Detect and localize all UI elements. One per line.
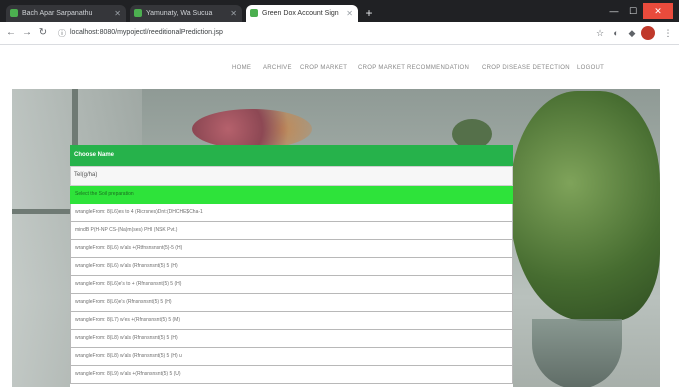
flowers-image xyxy=(192,109,312,149)
option-label: wrangleFrom: 8(L9) w'als +(Rfnsnsnsnt(5)… xyxy=(75,371,181,377)
panel-header: Choose Name xyxy=(70,145,513,166)
nav-link-home[interactable]: HOME xyxy=(232,65,251,71)
nav-link-crop-disease[interactable]: CROP DISEASE DETECTION xyxy=(482,65,570,71)
favicon-icon xyxy=(250,9,258,17)
favicon-icon xyxy=(10,9,18,17)
dropdown-option[interactable]: wrangleFrom: 8(L6)es to 4 (Ricrsnes)Dnt:… xyxy=(70,204,513,222)
option-label: wrangleFrom: 8(L6)e's (Rfnsnsnsnt(5) 5 (… xyxy=(75,299,172,305)
close-tab-icon[interactable]: ✕ xyxy=(114,5,121,22)
dropdown-option[interactable]: mindB P(H-NP CS-(Na)m(ses) PHI (NSK Pvt.… xyxy=(70,222,513,240)
profile-avatar[interactable] xyxy=(641,26,655,40)
close-tab-icon[interactable]: ✕ xyxy=(230,5,237,22)
dropdown-option[interactable]: wrangleFrom: 8(L6) w'als (Rfnsnsnsnt(5) … xyxy=(70,258,513,276)
option-label: Select the Soil preparation xyxy=(75,191,134,197)
url-text: localhost:8080/mypojectl/reeditionalPred… xyxy=(70,29,223,36)
crop-selection-panel: Choose Name Tel(g/ha) Select the Soil pr… xyxy=(70,145,513,387)
option-label: wrangleFrom: 8(L7) w'es +(Rfnsnsnsnt(5) … xyxy=(75,317,181,323)
dropdown-option[interactable]: wrangleFrom: 8(L6)e's (Rfnsnsnsnt(5) 5 (… xyxy=(70,294,513,312)
tab-title: Bach Apar Sarpanathu xyxy=(22,10,93,17)
new-tab-button[interactable]: + xyxy=(362,6,376,20)
browser-tab-strip: Bach Apar Sarpanathu ✕ Yamunaty, Wa Sucu… xyxy=(0,0,679,22)
nav-link-crop-market[interactable]: CROP MARKET xyxy=(300,65,347,71)
close-window-icon[interactable]: ✕ xyxy=(643,3,673,19)
minimize-icon[interactable]: — xyxy=(605,3,623,19)
dropdown-option[interactable]: wrangleFrom: 8(L7) w'es +(Rfnsnsnsnt(5) … xyxy=(70,312,513,330)
dropdown-option[interactable]: wrangleFrom: 8(L6)e's to + (Rfnsnsnsnt(5… xyxy=(70,276,513,294)
dropdown-option-selected[interactable]: Select the Soil preparation xyxy=(70,186,513,204)
option-label: wrangleFrom: 8(L6) w'als (Rfnsnsnsnt(5) … xyxy=(75,263,178,269)
dropdown-option[interactable]: wrangleFrom: 8(L8) w'als (Rfnsnsnsnt(5) … xyxy=(70,348,513,366)
bookmark-star-icon[interactable]: ☆ xyxy=(594,26,606,40)
browser-tab[interactable]: Yamunaty, Wa Sucua ✕ xyxy=(130,5,242,22)
favicon-icon xyxy=(134,9,142,17)
dropdown-option[interactable]: wrangleFrom: 8(L9) w'als +(Rfnsnsnsnt(5)… xyxy=(70,366,513,384)
lettuce-image xyxy=(510,91,660,321)
menu-kebab-icon[interactable]: ⋮ xyxy=(662,26,674,40)
nav-link-crop-recommendation[interactable]: CROP MARKET RECOMMENDATION xyxy=(358,65,469,71)
option-label: wrangleFrom: 8(L6)e's to + (Rfnsnsnsnt(5… xyxy=(75,281,182,287)
nav-link-archive[interactable]: ARCHIVE xyxy=(263,65,292,71)
address-bar[interactable]: ⓘ localhost:8080/mypojectl/reeditionalPr… xyxy=(58,25,618,41)
option-label: wrangleFrom: 8(L8) w'als (Rfnsnsnsnt(5) … xyxy=(75,353,182,359)
panel-title: Choose Name xyxy=(74,152,115,158)
close-tab-icon[interactable]: ✕ xyxy=(346,5,353,22)
option-label: wrangleFrom: 8(L6)es to 4 (Ricrsnes)Dnt:… xyxy=(75,209,203,215)
extension-icon[interactable]: ◐ xyxy=(610,26,622,40)
dropdown-select[interactable]: Tel(g/ha) xyxy=(70,166,513,186)
tab-title: Green Dox Account Sign xyxy=(262,10,339,17)
select-value: Tel(g/ha) xyxy=(74,172,98,178)
reload-icon[interactable]: ↻ xyxy=(36,25,50,41)
info-icon[interactable]: ⓘ xyxy=(58,28,66,38)
option-label: mindB P(H-NP CS-(Na)m(ses) PHI (NSK Pvt.… xyxy=(75,227,178,233)
dropdown-option[interactable]: wrangleFrom: 8(L6) w'als +(Rtfnsnsnsnt(5… xyxy=(70,240,513,258)
option-label: wrangleFrom: 8(L8) w'als (Rfnsnsnsnt(5) … xyxy=(75,335,178,341)
back-icon[interactable]: ← xyxy=(4,25,18,41)
maximize-icon[interactable]: ☐ xyxy=(624,3,642,19)
forward-icon[interactable]: → xyxy=(20,25,34,41)
site-navigation: HOME ARCHIVE CROP MARKET CROP MARKET REC… xyxy=(0,45,679,89)
browser-tab-active[interactable]: Green Dox Account Sign ✕ xyxy=(246,5,358,22)
glass-bowl-image xyxy=(532,319,622,387)
tab-title: Yamunaty, Wa Sucua xyxy=(146,10,213,17)
extension-icon[interactable]: ◆ xyxy=(626,26,638,40)
option-label: wrangleFrom: 8(L6) w'als +(Rtfnsnsnsnt(5… xyxy=(75,245,183,251)
nav-link-logout[interactable]: LOGOUT xyxy=(577,65,604,71)
browser-toolbar: ← → ↻ ⓘ localhost:8080/mypojectl/reediti… xyxy=(0,22,679,45)
browser-tab[interactable]: Bach Apar Sarpanathu ✕ xyxy=(6,5,126,22)
dropdown-option[interactable]: wrangleFrom: 8(L8) w'als (Rfnsnsnsnt(5) … xyxy=(70,330,513,348)
